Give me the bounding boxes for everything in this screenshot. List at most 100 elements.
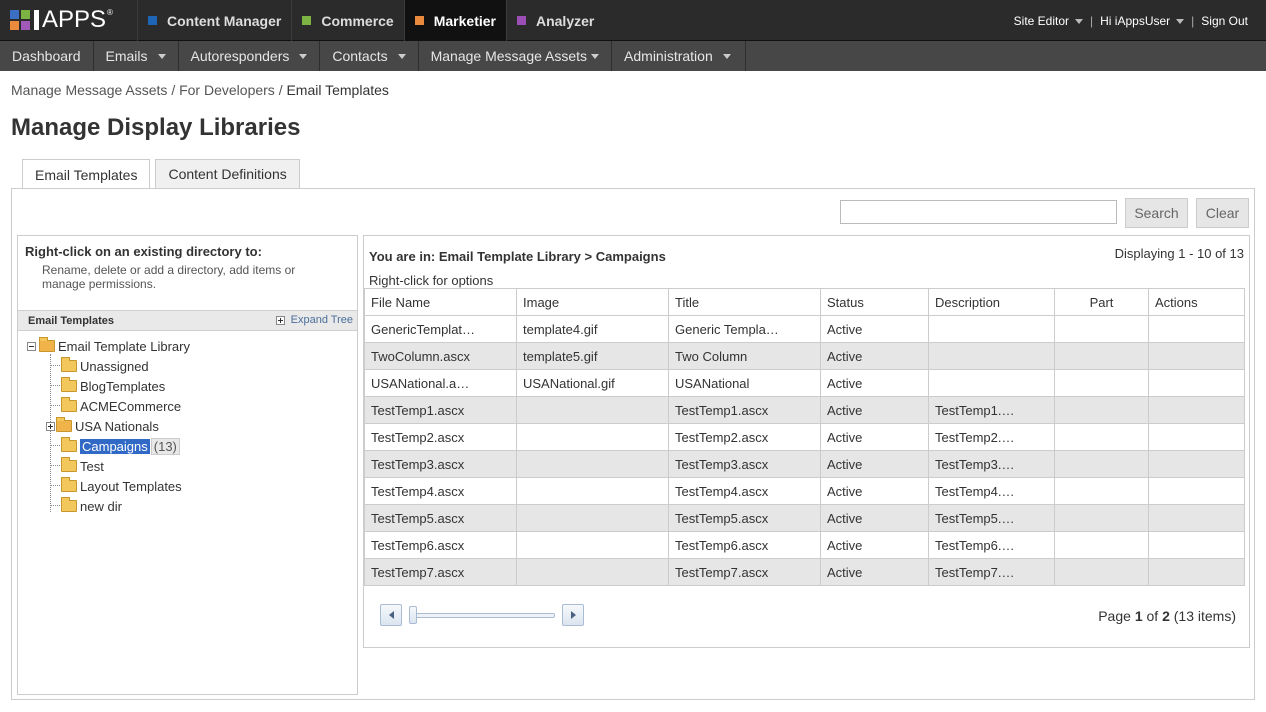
clear-button[interactable]: Clear (1196, 198, 1249, 228)
breadcrumb-item[interactable]: For Developers (179, 82, 275, 98)
cell-status: Active (820, 450, 929, 478)
divider: | (1090, 13, 1094, 28)
column-header-status[interactable]: Status (820, 288, 929, 316)
app-analyzer[interactable]: Analyzer (505, 0, 604, 41)
cell-part (1054, 450, 1149, 478)
cell-status: Active (820, 531, 929, 559)
cell-status: Active (820, 558, 929, 586)
tree-node-root[interactable]: Email Template Library (27, 337, 190, 355)
cell-actions (1148, 450, 1245, 478)
table-header-row: File Name Image Title Status Description… (364, 288, 1245, 316)
tree-node-campaigns[interactable]: Campaigns (13) (61, 437, 180, 455)
tab-email-templates[interactable]: Email Templates (22, 159, 151, 189)
app-marketier[interactable]: Marketier (403, 0, 506, 41)
cell-part (1054, 477, 1149, 505)
cell-description: TestTemp4.… (928, 477, 1055, 505)
app-label: Commerce (321, 12, 394, 29)
table-row[interactable]: TestTemp4.ascx TestTemp4.ascx Active TestTe… (364, 477, 1245, 505)
tab-content-definitions[interactable]: Content Definitions (155, 159, 300, 188)
tree-node-blogtemplates[interactable]: BlogTemplates (61, 377, 165, 395)
collapse-icon[interactable] (27, 341, 36, 351)
column-header-image[interactable]: Image (516, 288, 669, 316)
shared-folder-icon (39, 337, 55, 352)
app-commerce[interactable]: Commerce (291, 0, 403, 41)
tree-connector (50, 505, 60, 506)
table-row[interactable]: TestTemp7.ascx TestTemp7.ascx Active TestTe… (364, 558, 1245, 586)
table-row[interactable]: TwoColumn.ascx template5.gif Two Column Act… (364, 342, 1245, 370)
table-row[interactable]: GenericTemplat… template4.gif Generic Temp… (364, 315, 1245, 343)
expand-icon[interactable] (46, 421, 55, 431)
cell-title: TestTemp2.ascx (668, 423, 821, 451)
top-bar: APPS ® Content Manager Commerce Marketie… (0, 0, 1266, 41)
tree-connector (50, 485, 60, 486)
prev-page-button[interactable] (380, 604, 402, 626)
column-header-file-name[interactable]: File Name (364, 288, 517, 316)
breadcrumb-item[interactable]: Manage Message Assets (11, 82, 167, 98)
slider-thumb[interactable] (409, 606, 417, 624)
cell-status: Active (820, 396, 929, 424)
app-switcher: Content Manager Commerce Marketier Analy… (137, 0, 604, 41)
tree-node-test[interactable]: Test (61, 457, 104, 475)
table-row[interactable]: TestTemp3.ascx TestTemp3.ascx Active TestTe… (364, 450, 1245, 478)
nav-dashboard[interactable]: Dashboard (0, 41, 94, 71)
column-header-title[interactable]: Title (668, 288, 821, 316)
column-header-actions[interactable]: Actions (1148, 288, 1245, 316)
column-header-description[interactable]: Description (928, 288, 1055, 316)
user-menu[interactable]: Hi iAppsUser (1100, 14, 1185, 28)
cell-image (516, 558, 669, 586)
cell-actions (1148, 396, 1245, 424)
iapps-logo[interactable]: APPS ® (10, 8, 113, 32)
pager-slider (380, 604, 584, 626)
next-page-button[interactable] (562, 604, 584, 626)
app-content-manager[interactable]: Content Manager (137, 0, 291, 41)
table-row[interactable]: TestTemp5.ascx TestTemp5.ascx Active TestTe… (364, 504, 1245, 532)
cell-description (928, 369, 1055, 397)
nav-manage-message-assets[interactable]: Manage Message Assets (419, 41, 613, 71)
templates-table: File Name Image Title Status Description… (364, 288, 1245, 586)
tree-connector (50, 405, 60, 406)
cell-title: TestTemp5.ascx (668, 504, 821, 532)
table-row[interactable]: USANational.a… USANational.gif USANational… (364, 369, 1245, 397)
tree-hint-body: Rename, delete or add a directory, add i… (42, 263, 296, 291)
cell-description: TestTemp2.… (928, 423, 1055, 451)
logo-squares-icon (10, 10, 30, 30)
directory-tree-panel: Right-click on an existing directory to:… (17, 235, 358, 695)
logo-text: APPS (42, 6, 107, 33)
expand-tree-button[interactable]: Expand Tree (275, 314, 353, 326)
search-input[interactable] (840, 200, 1117, 224)
cell-image (516, 450, 669, 478)
nav-emails[interactable]: Emails (94, 41, 179, 71)
tree-header-label: Email Templates (28, 315, 114, 327)
tree-node-usa-nationals[interactable]: USA Nationals (46, 417, 159, 435)
chevron-down-icon (1176, 18, 1185, 24)
arrow-right-icon (570, 611, 576, 619)
templates-grid-panel: You are in: Email Template Library > Cam… (363, 235, 1250, 648)
search-button[interactable]: Search (1125, 198, 1188, 228)
cell-actions (1148, 504, 1245, 532)
cell-actions (1148, 531, 1245, 559)
nav-autoresponders[interactable]: Autoresponders (179, 41, 321, 71)
site-editor-menu[interactable]: Site Editor (1014, 14, 1084, 28)
tree-node-acmecommerce[interactable]: ACMECommerce (61, 397, 181, 415)
cell-image: template5.gif (516, 342, 669, 370)
column-header-part[interactable]: Part (1054, 288, 1149, 316)
main-nav: Dashboard Emails Autoresponders Contacts… (0, 41, 1266, 71)
nav-contacts[interactable]: Contacts (320, 41, 419, 71)
chevron-down-icon (722, 53, 731, 59)
sign-out-link[interactable]: Sign Out (1201, 14, 1248, 28)
tree-connector (50, 365, 60, 366)
cell-image: USANational.gif (516, 369, 669, 397)
tree-node-new-dir[interactable]: new dir (61, 497, 122, 515)
cell-actions (1148, 342, 1245, 370)
tree-node-layout-templates[interactable]: Layout Templates (61, 477, 182, 495)
table-row[interactable]: TestTemp6.ascx TestTemp6.ascx Active TestTe… (364, 531, 1245, 559)
table-row[interactable]: TestTemp1.ascx TestTemp1.ascx Active TestTe… (364, 396, 1245, 424)
page-title: Manage Display Libraries (11, 114, 301, 141)
tree-node-unassigned[interactable]: Unassigned (61, 357, 149, 375)
table-row[interactable]: TestTemp2.ascx TestTemp2.ascx Active TestTe… (364, 423, 1245, 451)
nav-administration[interactable]: Administration (612, 41, 746, 71)
cell-status: Active (820, 315, 929, 343)
page-slider[interactable] (407, 604, 557, 626)
cell-actions (1148, 423, 1245, 451)
breadcrumb: Manage Message Assets / For Developers /… (11, 82, 389, 98)
